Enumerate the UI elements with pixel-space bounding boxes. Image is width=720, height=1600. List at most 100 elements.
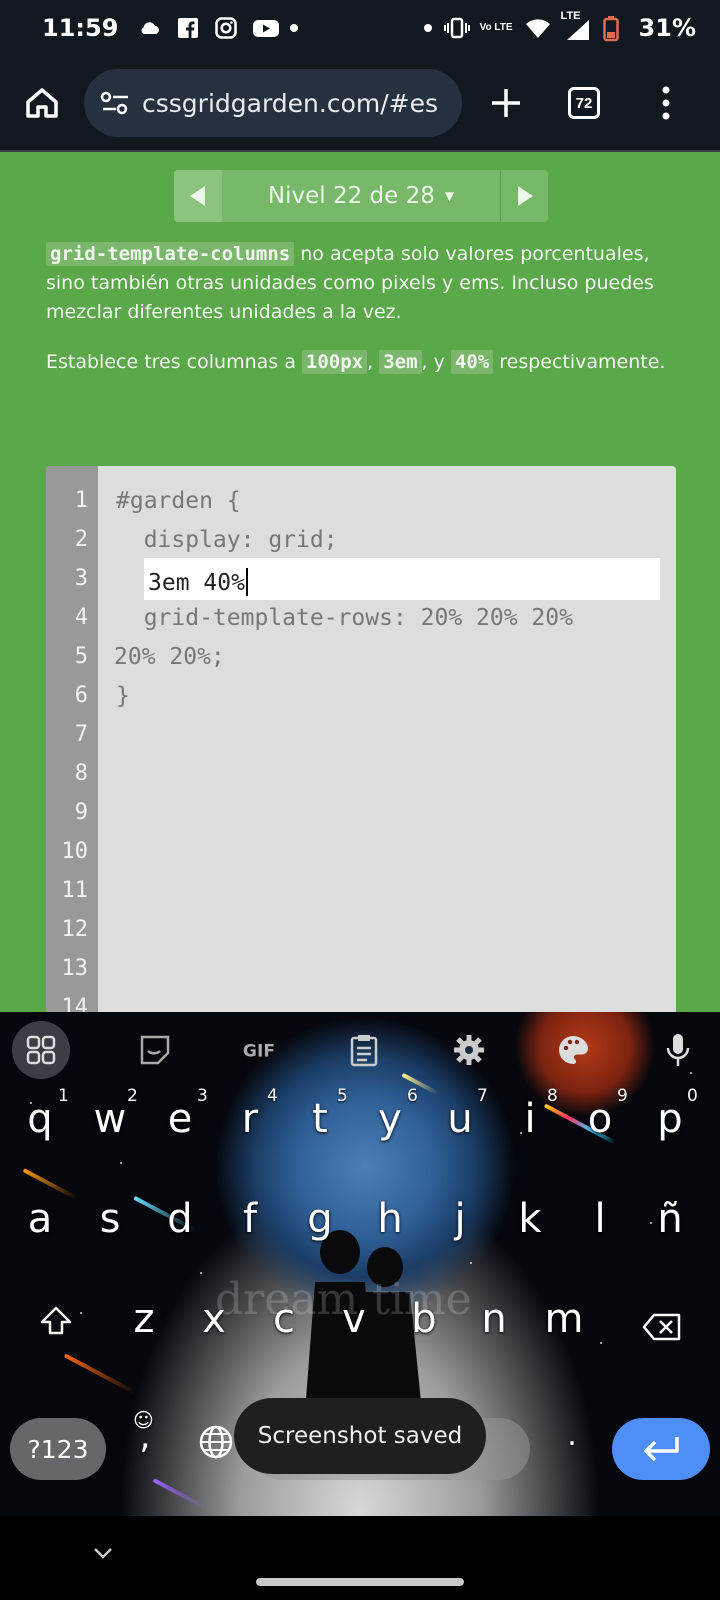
line-number: 11: [61, 878, 89, 903]
meteor: [152, 1478, 208, 1510]
sticker-button[interactable]: [135, 1030, 175, 1070]
key-a[interactable]: a: [10, 1196, 70, 1242]
battery-percent: 31%: [638, 14, 696, 42]
line-number: 10: [61, 839, 89, 864]
symbols-key[interactable]: ?123: [10, 1418, 106, 1480]
gear-icon: [453, 1035, 484, 1065]
home-button[interactable]: [14, 75, 70, 131]
keyboard-settings-button[interactable]: [449, 1030, 489, 1070]
volte-indicator: Vo LTE: [479, 22, 513, 33]
key-x[interactable]: x: [184, 1296, 244, 1342]
previous-level-button[interactable]: [174, 170, 222, 222]
enter-key[interactable]: [612, 1418, 710, 1480]
key-m[interactable]: m: [534, 1296, 594, 1342]
key-v[interactable]: v: [324, 1296, 384, 1342]
separator: ,: [367, 351, 380, 373]
notification-dot-icon: [290, 24, 299, 32]
next-level-button[interactable]: [500, 170, 548, 222]
svg-text:GIF: GIF: [243, 1042, 275, 1062]
key-f[interactable]: f: [220, 1196, 280, 1242]
instruction-text-2: Establece tres columnas a: [46, 351, 302, 373]
url-bar[interactable]: cssgridgarden.com/#es: [84, 69, 462, 137]
key-n[interactable]: n: [464, 1296, 524, 1342]
browser-menu-button[interactable]: [638, 75, 694, 131]
code-line: }: [116, 683, 130, 709]
line-number: 8: [74, 761, 88, 786]
emoji-hint-icon: ☺: [133, 1408, 154, 1432]
level-title: Nivel 22 de 28: [267, 183, 435, 209]
wifi-icon: [525, 16, 550, 40]
key-w[interactable]: w: [80, 1096, 140, 1142]
apps-menu-button[interactable]: [12, 1021, 70, 1079]
system-nav-bar: [0, 1516, 720, 1600]
vibrate-icon: [443, 16, 470, 40]
key-e[interactable]: e: [150, 1096, 210, 1142]
notification-dot-icon: [423, 24, 432, 32]
clipboard-icon: [350, 1035, 378, 1067]
clipboard-button[interactable]: [344, 1030, 384, 1070]
key-o[interactable]: o: [570, 1096, 630, 1142]
backspace-icon: [642, 1313, 681, 1341]
key-q[interactable]: q: [10, 1096, 70, 1142]
line-number: 9: [74, 800, 88, 825]
more-vert-icon: [662, 86, 670, 120]
key-y[interactable]: y: [360, 1096, 420, 1142]
new-tab-button[interactable]: [478, 75, 534, 131]
key-d[interactable]: d: [150, 1196, 210, 1242]
shift-key[interactable]: [26, 1302, 86, 1348]
key-i[interactable]: i: [500, 1096, 560, 1142]
code-40-percent: 40%: [450, 350, 494, 374]
key-n-tilde[interactable]: ñ: [640, 1196, 700, 1242]
instruction-text-3: respectivamente.: [493, 351, 666, 373]
key-j[interactable]: j: [430, 1196, 490, 1242]
key-t[interactable]: t: [290, 1096, 350, 1142]
backspace-key[interactable]: [632, 1306, 692, 1352]
period-key[interactable]: .: [542, 1418, 602, 1453]
key-s[interactable]: s: [80, 1196, 140, 1242]
voice-input-button[interactable]: [658, 1030, 698, 1070]
plus-icon: [492, 89, 520, 117]
key-l[interactable]: l: [570, 1196, 630, 1242]
key-p[interactable]: p: [640, 1096, 700, 1142]
arrow-right-icon: [517, 186, 533, 206]
code-line: #garden {: [116, 488, 241, 514]
globe-icon: [199, 1425, 233, 1459]
gif-icon: GIF: [243, 1042, 275, 1062]
key-h[interactable]: h: [360, 1196, 420, 1242]
facebook-icon: [176, 16, 200, 40]
comma-key[interactable]: ☺ ,: [115, 1408, 175, 1457]
key-k[interactable]: k: [500, 1196, 560, 1242]
meteor: [63, 1353, 137, 1395]
chevron-down-icon: [94, 1548, 112, 1559]
toast-message: Screenshot saved: [234, 1398, 486, 1474]
key-g[interactable]: g: [290, 1196, 350, 1242]
key-u[interactable]: u: [430, 1096, 490, 1142]
line-number: 7: [74, 722, 88, 747]
code-100px: 100px: [301, 350, 368, 374]
theme-button[interactable]: [553, 1030, 593, 1070]
key-c[interactable]: c: [254, 1296, 314, 1342]
text-cursor: [245, 568, 248, 596]
palette-icon: [559, 1036, 589, 1064]
status-bar: 11:59 Vo LTE LTE 31%: [0, 0, 720, 56]
input-text: 3em 40%: [148, 570, 245, 596]
hide-keyboard-button[interactable]: [88, 1538, 118, 1568]
gesture-handle[interactable]: [256, 1578, 464, 1586]
key-b[interactable]: b: [394, 1296, 454, 1342]
key-r[interactable]: r: [220, 1096, 280, 1142]
gif-button[interactable]: GIF: [239, 1030, 279, 1070]
site-settings-icon: [100, 91, 128, 115]
tab-switcher-button[interactable]: 72: [556, 75, 612, 131]
cell-signal-icon: LTE: [561, 10, 591, 40]
css-input-field[interactable]: 3em 40%: [144, 558, 660, 600]
key-z[interactable]: z: [114, 1296, 174, 1342]
line-number: 5: [74, 644, 88, 669]
separator: , y: [421, 351, 451, 373]
home-icon: [26, 88, 58, 118]
level-selector[interactable]: Nivel 22 de 28 ▼: [222, 170, 500, 222]
line-number: 14: [61, 995, 89, 1012]
line-number: 2: [74, 527, 88, 552]
keyboard-toolbar: GIF: [0, 1012, 720, 1088]
line-number-gutter: 1 2 3 4 5 6 7 8 9 10 11 12 13 14: [46, 466, 98, 1012]
enter-icon: [644, 1437, 679, 1462]
